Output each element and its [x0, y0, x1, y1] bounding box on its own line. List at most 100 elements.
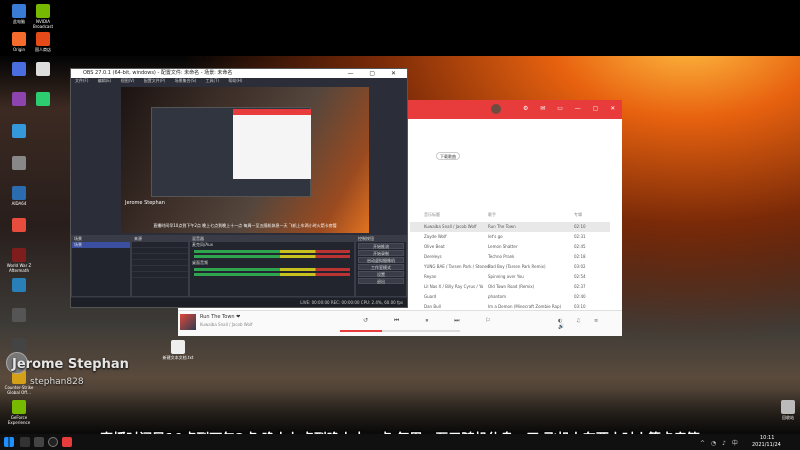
control-button[interactable]: 退出	[358, 278, 404, 284]
desktop-icon[interactable]	[3, 156, 35, 171]
track-title: Spinning over You	[488, 274, 524, 279]
progress-fill	[340, 330, 382, 332]
desktop-icon-label: 回收站	[782, 415, 794, 420]
desktop-icon[interactable]: GeForce Experience	[3, 400, 35, 425]
music-taskbar-icon[interactable]	[62, 437, 72, 447]
app-icon	[12, 248, 26, 262]
desktop-icon[interactable]	[3, 124, 35, 139]
tray-icons[interactable]: ^ ◔ ♪ 中	[700, 438, 740, 447]
desktop-icon[interactable]	[3, 338, 35, 353]
app-icon	[12, 92, 26, 106]
track-row[interactable]: Reyan Spinning over You 02:54	[410, 272, 610, 282]
mixer-meter-1[interactable]	[194, 250, 350, 253]
track-artist: Kuwaiba Snall / Jacob Wolf	[424, 224, 477, 229]
app-icon	[12, 4, 26, 18]
sources-panel[interactable]: 来源	[131, 235, 189, 297]
mixer-panel[interactable]: 混音器 麦克风/Aux 桌面音频	[189, 235, 355, 297]
source-item[interactable]	[132, 272, 188, 278]
scene-item[interactable]: 场景	[72, 242, 130, 248]
desktop-icon[interactable]: 国人商店	[27, 32, 59, 52]
app-icon	[12, 308, 26, 322]
track-duration: 02:40	[574, 294, 586, 299]
source-list	[132, 242, 188, 278]
extra-controls[interactable]: ◐ ♫ ≡ 🔊	[558, 318, 622, 330]
track-row[interactable]: Olive Beat Lemon Shatter 02:45	[410, 242, 610, 252]
track-row[interactable]: Kuwaiba Snall / Jacob Wolf Run The Town 02…	[410, 222, 610, 232]
obs-taskbar-icon[interactable]	[48, 437, 58, 447]
window-controls[interactable]: ⚙ ✉ ▭ — ▢ ✕	[523, 105, 620, 112]
desktop-icon[interactable]: 新建文本文档.txt	[162, 340, 194, 360]
track-row[interactable]: YUNG BAE / Tarsen Park / Stoned Bad Boy (…	[410, 262, 610, 272]
obs-preview[interactable]: Jerome Stephan 直播时间早10点到下午2点 晚上七点到晚上十一点 …	[121, 87, 369, 233]
desktop-icon-label: GeForce Experience	[7, 415, 31, 425]
desktop-icon[interactable]	[27, 62, 59, 77]
track-artist: Zayde Wolf	[424, 234, 447, 239]
album-cover[interactable]	[180, 314, 196, 330]
track-duration: 02:45	[574, 244, 586, 249]
track-row[interactable]: Zayde Wolf let's go 02:31	[410, 232, 610, 242]
app-icon	[12, 156, 26, 170]
preview-name: Jerome Stephan	[125, 200, 165, 206]
playback-controls[interactable]: ↺ ⏮ ⏸ ⏭ ⚐	[363, 317, 503, 325]
control-button[interactable]: 设置	[358, 271, 404, 277]
desktop-icon-label: AIDA64	[11, 201, 27, 206]
app-icon	[12, 218, 26, 232]
desktop-icon[interactable]: NVIDIA Broadcast	[27, 4, 59, 29]
app-icon	[12, 278, 26, 292]
control-button[interactable]: 工作室模式	[358, 264, 404, 270]
desktop-icon[interactable]: AIDA64	[3, 186, 35, 206]
watermark-handle: stephan828	[30, 377, 84, 387]
now-playing-title: Run The Town ❤	[200, 314, 241, 320]
mixer-meter-2b	[194, 273, 350, 276]
desktop-icon[interactable]	[3, 218, 35, 233]
progress-bar[interactable]	[340, 330, 460, 332]
obs-title-bar: OBS 27.0.1 (64-bit, windows) - 配置文件: 未命名…	[71, 69, 407, 78]
obs-status-bar: LIVE: 00:00:00 REC: 00:00:00 CPU: 2.4%, …	[71, 298, 407, 307]
controls-panel[interactable]: 控制按钮 开始推流 开始录制 启动虚拟摄像机 工作室模式 设置 退出	[355, 235, 407, 297]
mixer-track-2: 桌面音频	[192, 260, 208, 265]
desktop-icon-label: 新建文本文档.txt	[162, 355, 194, 360]
clock-time[interactable]: 10:11	[760, 435, 774, 441]
controls-header: 控制按钮	[356, 236, 406, 242]
obs-menu-bar[interactable]: 文件(F) 编辑(E) 视图(V) 配置文件(P) 场景集合(S) 工具(T) …	[71, 78, 407, 84]
track-row[interactable]: Dereleys Techno Prank 02:18	[410, 252, 610, 262]
download-chip[interactable]: 下载歌曲	[436, 152, 460, 160]
control-button[interactable]: 开始录制	[358, 250, 404, 256]
clock-date[interactable]: 2021/11/24	[752, 442, 781, 448]
app-icon	[12, 124, 26, 138]
mixer-meter-2[interactable]	[194, 268, 350, 271]
desktop-icon[interactable]	[3, 308, 35, 323]
search-icon[interactable]	[20, 437, 30, 447]
desktop-icon-label: World War Z Aftermath	[6, 263, 32, 273]
track-duration: 02:18	[574, 254, 586, 259]
desktop-icon[interactable]: 回收站	[772, 400, 800, 420]
desktop-icon[interactable]	[27, 92, 59, 107]
track-artist: Reyan	[424, 274, 437, 279]
desktop-icon-label: 国人商店	[35, 47, 51, 52]
control-button[interactable]: 启动虚拟摄像机	[358, 257, 404, 263]
user-avatar[interactable]	[491, 104, 501, 114]
desktop-icon-label: NVIDIA Broadcast	[32, 19, 54, 29]
desktop-icon[interactable]	[3, 278, 35, 293]
track-title: Old Town Road (Remix)	[488, 284, 535, 289]
nested-music	[233, 109, 311, 179]
track-duration: 02:31	[574, 234, 586, 239]
app-icon	[12, 400, 26, 414]
start-icon[interactable]	[4, 437, 14, 447]
app-icon	[36, 62, 50, 76]
task-view-icon[interactable]	[34, 437, 44, 447]
obs-window-controls[interactable]: — ▢ ✕	[347, 69, 403, 78]
track-list: Kuwaiba Snall / Jacob Wolf Run The Town 02…	[410, 222, 622, 318]
track-row[interactable]: Lil Nas X / Billy Ray Cyrus / Yo Old Town…	[410, 282, 610, 292]
track-artist: YUNG BAE / Tarsen Park / Stoned	[424, 264, 490, 269]
track-row[interactable]: Guard phantom 02:40	[410, 292, 610, 302]
track-duration: 02:37	[574, 284, 586, 289]
obs-window[interactable]: OBS 27.0.1 (64-bit, windows) - 配置文件: 未命名…	[70, 68, 408, 308]
app-icon	[12, 338, 26, 352]
control-button[interactable]: 开始推流	[358, 243, 404, 249]
track-title: Lemon Shatter	[488, 244, 518, 249]
track-artist: Lil Nas X / Billy Ray Cyrus / Yo	[424, 284, 484, 289]
scenes-panel[interactable]: 场景 场景	[71, 235, 131, 297]
taskbar: ^ ◔ ♪ 中 10:11 2021/11/24	[0, 434, 800, 450]
desktop-icon[interactable]: World War Z Aftermath	[3, 248, 35, 273]
